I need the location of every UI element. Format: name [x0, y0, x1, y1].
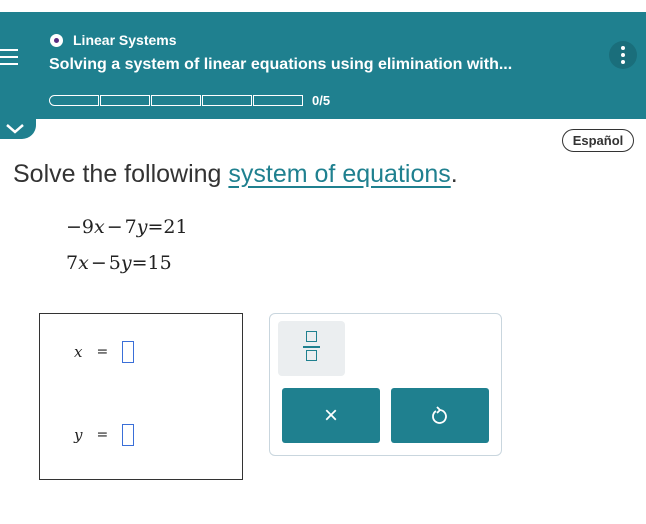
- equation-2: 7x −5y=15: [66, 252, 172, 274]
- eq2-coef-x: 7: [66, 252, 79, 274]
- answer-row-y: y =: [74, 424, 135, 446]
- eq2-var-y: y: [120, 252, 132, 274]
- undo-icon: [432, 405, 447, 424]
- answer-var-x: x: [74, 343, 83, 361]
- eq1-var-y: y: [136, 216, 148, 238]
- answer-equals-x: =: [96, 344, 109, 360]
- progress-bar: 0/5: [49, 93, 330, 108]
- x-answer-input[interactable]: [122, 341, 135, 363]
- answer-equals-y: =: [96, 427, 109, 443]
- eq1-operator: −: [106, 216, 123, 238]
- clear-button[interactable]: ×: [282, 388, 380, 443]
- lesson-header: Linear Systems Solving a system of linea…: [0, 12, 646, 119]
- more-options-icon[interactable]: [609, 41, 637, 69]
- fraction-button[interactable]: [278, 321, 345, 376]
- eq1-coef-x: −9: [66, 216, 95, 238]
- topic-row: Linear Systems: [50, 32, 177, 48]
- fraction-icon: [306, 331, 317, 342]
- answer-var-y: y: [74, 426, 83, 444]
- question-prompt: Solve the following system of equations.: [13, 160, 458, 189]
- system-of-equations-link[interactable]: system of equations: [228, 160, 450, 188]
- hamburger-menu-icon[interactable]: [0, 44, 20, 72]
- topic-title: Linear Systems: [73, 32, 177, 48]
- collapse-header-button[interactable]: [0, 119, 36, 139]
- top-strip: [0, 0, 646, 12]
- lesson-title: Solving a system of linear equations usi…: [49, 56, 513, 73]
- eq2-var-x: x: [78, 252, 89, 274]
- progress-segment: [49, 95, 99, 106]
- eq2-operator: −: [90, 252, 107, 274]
- y-answer-input[interactable]: [122, 424, 135, 446]
- undo-button[interactable]: [391, 388, 489, 443]
- chevron-down-icon: [6, 124, 24, 134]
- progress-segment: [151, 95, 201, 106]
- progress-count: 0/5: [312, 93, 331, 108]
- eq1-coef-y: 7: [124, 216, 137, 238]
- eq2-coef-y: 5: [108, 252, 121, 274]
- answer-box: x = y =: [39, 313, 243, 480]
- prompt-end: .: [450, 160, 458, 188]
- progress-segment: [100, 95, 150, 106]
- progress-segment: [253, 95, 303, 106]
- topic-status-icon: [50, 33, 63, 47]
- eq1-var-x: x: [94, 216, 105, 238]
- equation-1: −9x −7y=21: [66, 216, 188, 238]
- eq1-rhs: =21: [147, 216, 188, 238]
- eq2-rhs: =15: [131, 252, 172, 274]
- language-toggle-button[interactable]: Español: [562, 129, 634, 152]
- answer-row-x: x =: [74, 341, 135, 363]
- progress-segment: [202, 95, 252, 106]
- prompt-text: Solve the following: [13, 160, 229, 188]
